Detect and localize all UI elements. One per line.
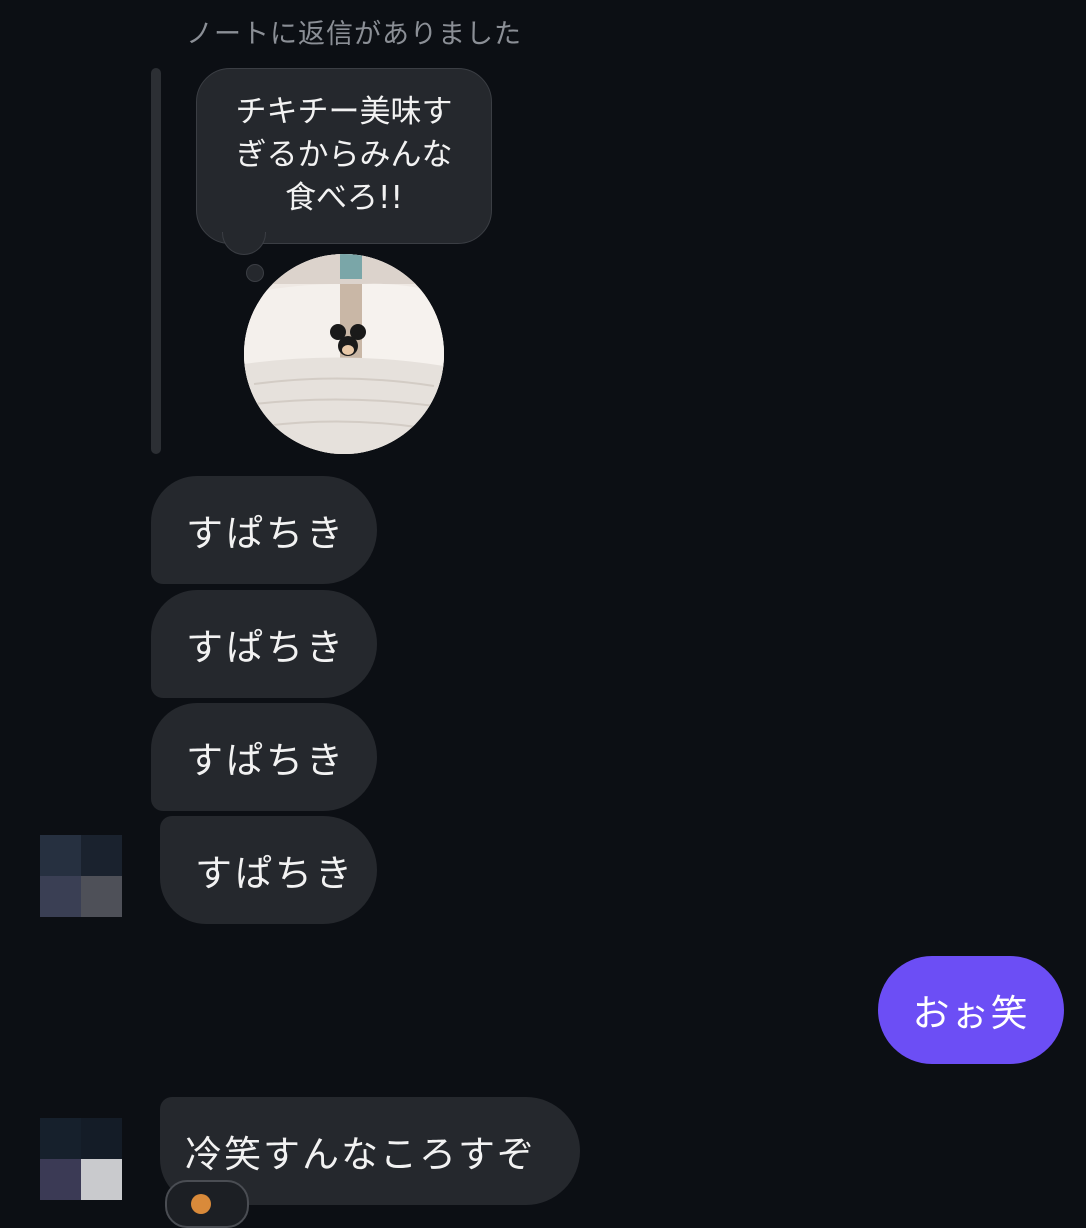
reaction-chip[interactable]	[165, 1180, 249, 1228]
note-line-2: ぎるからみんな	[235, 137, 453, 173]
note-avatar[interactable]	[244, 254, 444, 454]
mosaic-tile	[81, 876, 122, 917]
message-bubble[interactable]: すぱちき	[151, 476, 377, 584]
mosaic-tile	[40, 1159, 81, 1200]
reply-notice: ノートに返信がありました	[186, 19, 522, 50]
my-message-bubble[interactable]: おぉ笑	[878, 956, 1064, 1064]
quote-bar	[151, 68, 161, 454]
mosaic-avatar-icon	[40, 835, 81, 876]
message-text: すぱちき	[195, 852, 355, 895]
note-bubble-dot	[246, 264, 264, 282]
reaction-emoji-icon	[191, 1194, 211, 1214]
note-bubble-tail	[222, 232, 266, 255]
sender-avatar[interactable]	[40, 1118, 122, 1200]
sender-avatar[interactable]	[40, 835, 122, 917]
avatar-icon	[244, 254, 444, 454]
note-line-1: チキチー美味す	[235, 94, 453, 130]
mosaic-avatar-icon	[40, 1118, 81, 1159]
note-bubble: チキチー美味す ぎるからみんな 食べろ!!	[196, 68, 492, 244]
mosaic-tile	[81, 1118, 122, 1159]
note-line-3: 食べろ!!	[285, 180, 403, 216]
message-bubble[interactable]: すぱちき	[151, 703, 377, 811]
message-bubble[interactable]: すぱちき	[160, 816, 377, 924]
message-text: すぱちき	[186, 512, 346, 555]
message-bubble[interactable]: すぱちき	[151, 590, 377, 698]
mosaic-tile	[81, 1159, 122, 1200]
mosaic-tile	[81, 835, 122, 876]
message-text: すぱちき	[186, 626, 346, 669]
my-message-text: おぉ笑	[912, 992, 1030, 1035]
mosaic-tile	[40, 876, 81, 917]
message-text: すぱちき	[186, 739, 346, 782]
message-text: 冷笑すんなころすぞ	[185, 1133, 536, 1176]
